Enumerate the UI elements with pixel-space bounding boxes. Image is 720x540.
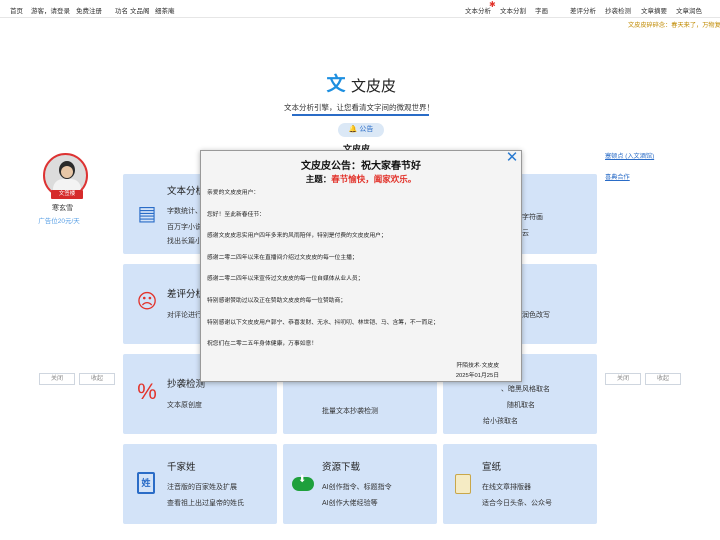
card-line: 、暗黑风格取名 bbox=[501, 386, 550, 393]
nav-login[interactable]: 游客，请登录 bbox=[31, 5, 70, 15]
top-nav: 首页 游客，请登录 免费注册 功名 文品阁 细茶庵 文本分析 文本分割 字画 差… bbox=[0, 0, 720, 18]
modal-greeting: 亲爱的文皮皮用户： bbox=[207, 190, 260, 196]
card-line: 注音版的百家姓及扩展 bbox=[167, 484, 237, 491]
card-downloads[interactable]: ⬇ 资源下载 AI创作指令、标题指令 AI创作大佬经验等 bbox=[283, 444, 437, 524]
slogan-underline bbox=[292, 114, 429, 116]
percent-icon: % bbox=[137, 379, 157, 404]
card-line: 对评论进行 bbox=[167, 312, 202, 319]
nav-wenpin[interactable]: 文品阁 bbox=[130, 5, 150, 15]
card-line: 字符画 bbox=[522, 214, 543, 221]
card-line: 找出长篇小 bbox=[167, 238, 202, 245]
card-line: 适合今日头条、公众号 bbox=[482, 500, 552, 507]
book-icon: 姓 bbox=[137, 472, 161, 494]
scroll-icon bbox=[455, 474, 479, 494]
left-ad-collapse-button[interactable]: 收起 bbox=[79, 373, 115, 385]
modal-sign-date: 2025年01月25日 bbox=[455, 373, 499, 379]
modal-paragraph: 感谢文皮皮忠实用户四年多来的风雨陪伴，特别是付费的文皮皮用户； bbox=[207, 233, 387, 239]
nav-plagiarism[interactable]: 抄袭检测 bbox=[605, 5, 631, 15]
nav-text-analysis[interactable]: 文本分析 bbox=[465, 5, 491, 15]
announcement-modal: ✕ 文皮皮公告：祝大家春节好 主题：春节愉快，阖家欢乐。 亲爱的文皮皮用户： 您… bbox=[200, 150, 522, 382]
modal-paragraph: 您好！至此新春佳节： bbox=[207, 212, 265, 218]
card-line: 给小孩取名 bbox=[483, 418, 518, 425]
card-line: 查看祖上出过皇帝的姓氏 bbox=[167, 500, 244, 507]
modal-theme: 主题：春节愉快，阖家欢乐。 bbox=[305, 174, 417, 184]
nav-xichaan[interactable]: 细茶庵 bbox=[155, 5, 175, 15]
logo-icon: 文 bbox=[326, 74, 346, 95]
right-ad-link-1[interactable]: 塞顿点 (入文酒馆) bbox=[605, 151, 654, 160]
modal-paragraph: 祝您们在二零二五年身体健康，万事如意！ bbox=[207, 341, 318, 347]
card-line: 文本原创度 bbox=[167, 402, 202, 409]
site-name: 文皮皮 bbox=[351, 78, 397, 95]
card-surnames[interactable]: 姓 千家姓 注音版的百家姓及扩展 查看祖上出过皇帝的姓氏 bbox=[123, 444, 277, 524]
ad-price[interactable]: 广告位20元/天 bbox=[38, 217, 80, 227]
left-ad-close-button[interactable]: 关闭 bbox=[39, 373, 75, 385]
card-line: 字数统计、 bbox=[167, 208, 202, 215]
modal-paragraph: 感谢二零二四年以来在直播间介绍过文皮皮的每一位主播； bbox=[207, 255, 358, 261]
modal-paragraph: 感谢二零二四年以来宣传过文皮皮的每一位自媒体从业人员； bbox=[207, 276, 364, 282]
nav-text-split[interactable]: 文本分割 bbox=[500, 5, 526, 15]
card-title: 资源下载 bbox=[322, 462, 361, 473]
card-xuanzhi[interactable]: 宣纸 在线文章排版器 适合今日头条、公众号 bbox=[443, 444, 597, 524]
sad-face-icon: ☹ bbox=[136, 291, 158, 313]
card-line: 润色改写 bbox=[522, 312, 550, 319]
nav-bad-review[interactable]: 差评分析 bbox=[570, 5, 596, 15]
nav-home[interactable]: 首页 bbox=[10, 5, 23, 15]
cloud-download-icon: ⬇ bbox=[292, 474, 316, 491]
notice-label: 公告 bbox=[359, 126, 374, 133]
modal-sign-org: 阡陌技术·文皮皮 bbox=[456, 363, 499, 369]
card-line: AI创作指令、标题指令 bbox=[322, 484, 392, 491]
card-line: AI创作大佬经验等 bbox=[322, 500, 378, 507]
nav-font[interactable]: 字画 bbox=[535, 5, 548, 15]
card-title: 宣纸 bbox=[482, 462, 502, 473]
nav-polish[interactable]: 文章润色 bbox=[676, 5, 702, 15]
card-line: 云 bbox=[522, 230, 529, 237]
marquee-text: 文皮皮碎碎念：春天来了，万物复苏 bbox=[628, 22, 720, 29]
nav-gongming[interactable]: 功名 bbox=[115, 5, 128, 15]
modal-paragraph: 特别感谢以下文皮皮用户郭宁、恭喜发财、无水、抖叨叨、林世铠、马、含筹，不一而足； bbox=[207, 320, 439, 326]
card-line: 百万字小说 bbox=[167, 224, 202, 231]
modal-title: 文皮皮公告：祝大家春节好 bbox=[301, 161, 421, 172]
card-line: 批量文本抄袭检测 bbox=[322, 408, 378, 415]
spark-icon: ✱ bbox=[489, 0, 496, 9]
ad-name[interactable]: 寒玄雪 bbox=[52, 203, 73, 213]
chart-doc-icon: ▤ bbox=[137, 203, 157, 225]
card-line: 在线文章排版器 bbox=[482, 484, 531, 491]
right-ad-close-button[interactable]: 关闭 bbox=[605, 373, 641, 385]
card-line: 随机取名 bbox=[507, 402, 535, 409]
avatar-badge: 文签楼 bbox=[51, 190, 83, 199]
slogan: 文本分析引擎，让您看清文字间的微观世界！ bbox=[284, 103, 434, 112]
modal-paragraph: 特别感谢赞助过以及正在赞助文皮皮的每一位赞助商； bbox=[207, 298, 347, 304]
nav-register[interactable]: 免费注册 bbox=[76, 5, 102, 15]
card-title: 千家姓 bbox=[167, 462, 196, 473]
bell-icon: 🔔 bbox=[348, 126, 358, 133]
right-ad-link-2[interactable]: 喜典合作 bbox=[605, 172, 630, 181]
notice-button[interactable]: 🔔 公告 bbox=[338, 123, 384, 137]
nav-summary[interactable]: 文章摘要 bbox=[641, 5, 667, 15]
right-ad-collapse-button[interactable]: 收起 bbox=[645, 373, 681, 385]
